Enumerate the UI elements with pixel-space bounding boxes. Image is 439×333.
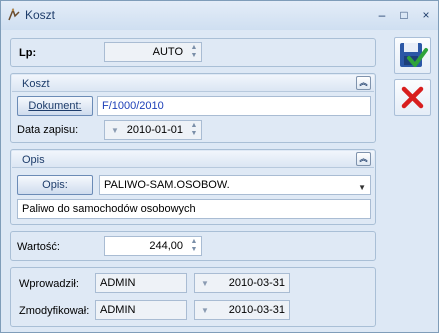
maximize-button[interactable]: □ <box>397 8 411 22</box>
wartosc-panel: Wartość: 244,00 ▲ ▼ <box>10 231 376 261</box>
opis-button-label: Opis: <box>42 179 68 191</box>
date-dropdown-icon: ▼ <box>201 306 209 315</box>
wartosc-spinner[interactable]: ▲ ▼ <box>188 238 200 254</box>
opis-group: Opis ︽ Opis: PALIWO-SAM.OSOBOW. ▼ Paliwo… <box>10 149 376 225</box>
wartosc-label: Wartość: <box>17 241 60 253</box>
opis-text-field[interactable]: Paliwo do samochodów osobowych <box>17 199 371 219</box>
wartosc-field[interactable]: 244,00 ▲ ▼ <box>104 236 202 256</box>
data-zapisu-value: 2010-01-01 <box>126 124 183 136</box>
dokument-button-label: Dokument: <box>28 100 82 112</box>
data-zapisu-field[interactable]: ▼ 2010-01-01 ▲ ▼ <box>104 120 202 140</box>
title-bar[interactable]: Koszt – □ × <box>1 1 438 30</box>
app-icon <box>8 8 20 21</box>
opis-select[interactable]: PALIWO-SAM.OSOBOW. ▼ <box>99 175 371 195</box>
wprowadzil-user: ADMIN <box>100 277 136 289</box>
lp-field[interactable]: AUTO ▲ ▼ <box>104 42 202 62</box>
opis-group-title: Opis <box>22 154 45 166</box>
date-dropdown-icon: ▼ <box>201 279 209 288</box>
koszt-window: Koszt – □ × Lp: AUTO ▲ ▼ Koszt ︽ Dokument… <box>0 0 439 333</box>
collapse-icon: ︽ <box>359 154 368 163</box>
wartosc-value: 244,00 <box>149 240 183 252</box>
data-zapisu-spinner[interactable]: ▲ ▼ <box>188 122 200 138</box>
lp-value: AUTO <box>152 46 183 58</box>
chevron-down-icon[interactable]: ▼ <box>358 179 366 194</box>
lp-spinner[interactable]: ▲ ▼ <box>188 44 200 60</box>
opis-selected: PALIWO-SAM.OSOBOW. <box>104 179 230 191</box>
dokument-value: F/1000/2010 <box>102 100 164 112</box>
koszt-group-header: Koszt ︽ <box>12 75 374 92</box>
opis-collapse-button[interactable]: ︽ <box>356 152 371 166</box>
opis-group-header: Opis ︽ <box>12 151 374 168</box>
wprowadzil-date: 2010-03-31 <box>228 277 285 289</box>
opis-button[interactable]: Opis: <box>17 175 93 195</box>
zmodyfikowal-user-field: ADMIN <box>95 300 187 320</box>
lp-label: Lp: <box>19 47 37 59</box>
collapse-icon: ︽ <box>359 78 368 87</box>
data-zapisu-label: Data zapisu: <box>17 124 79 136</box>
save-icon <box>400 43 428 67</box>
close-button[interactable]: × <box>419 8 433 22</box>
koszt-collapse-button[interactable]: ︽ <box>356 76 371 90</box>
cancel-icon <box>401 86 424 109</box>
date-dropdown-icon[interactable]: ▼ <box>111 122 119 139</box>
opis-text: Paliwo do samochodów osobowych <box>22 203 196 215</box>
koszt-group: Koszt ︽ Dokument: F/1000/2010 Data zapis… <box>10 73 376 143</box>
koszt-group-title: Koszt <box>22 78 50 90</box>
wprowadzil-date-field: ▼ 2010-03-31 <box>194 273 290 293</box>
zmodyfikowal-date: 2010-03-31 <box>228 304 285 316</box>
zmodyfikowal-date-field: ▼ 2010-03-31 <box>194 300 290 320</box>
dokument-field[interactable]: F/1000/2010 <box>97 96 371 116</box>
audit-panel: Wprowadził: ADMIN ▼ 2010-03-31 Zmodyfiko… <box>10 267 376 327</box>
lp-panel: Lp: AUTO ▲ ▼ <box>10 38 376 67</box>
dokument-button[interactable]: Dokument: <box>17 96 93 116</box>
wprowadzil-user-field: ADMIN <box>95 273 187 293</box>
cancel-button[interactable] <box>394 79 431 116</box>
wprowadzil-label: Wprowadził: <box>19 278 79 290</box>
window-title: Koszt <box>25 8 56 22</box>
zmodyfikowal-user: ADMIN <box>100 304 136 316</box>
save-button[interactable] <box>394 37 431 74</box>
zmodyfikowal-label: Zmodyfikował: <box>19 305 90 317</box>
minimize-button[interactable]: – <box>375 8 389 22</box>
